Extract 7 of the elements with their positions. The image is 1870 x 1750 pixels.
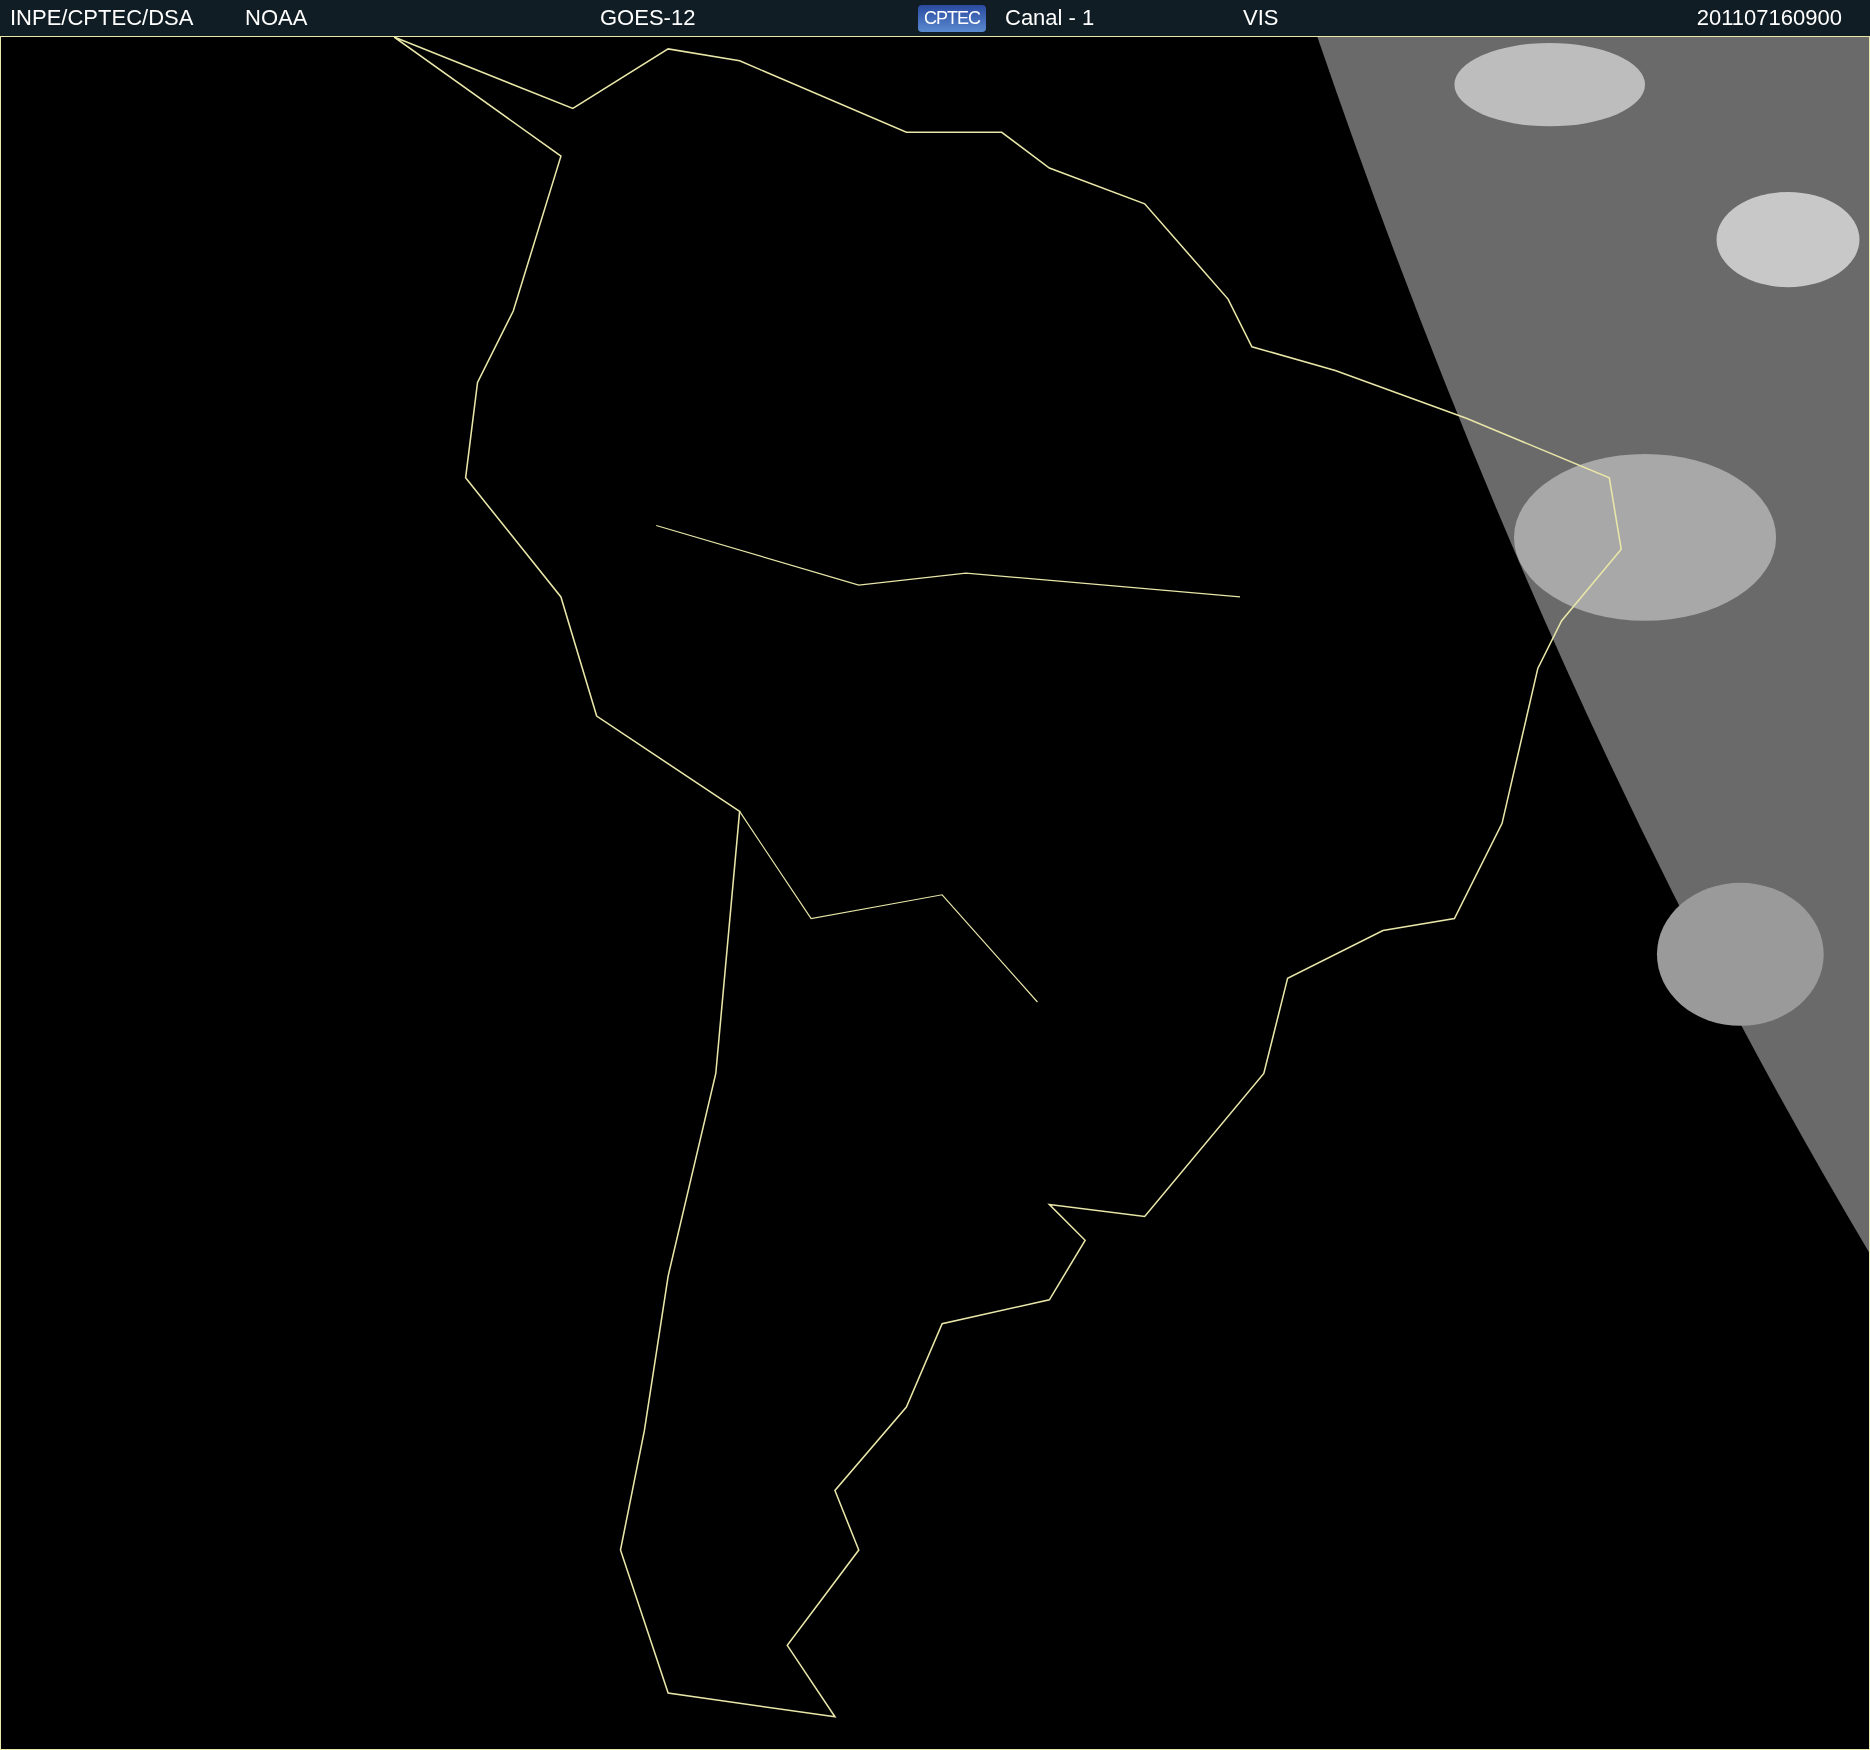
header-label: VIS [1243,5,1279,31]
header-label: Canal - 1 [1005,5,1095,31]
header-label: INPE/CPTEC/DSA [10,5,194,31]
header-label: GOES-12 [600,5,696,31]
logo: CPTEC [918,4,986,32]
header-label: 201107160900 [1696,5,1842,31]
header-label: NOAA [245,5,308,31]
